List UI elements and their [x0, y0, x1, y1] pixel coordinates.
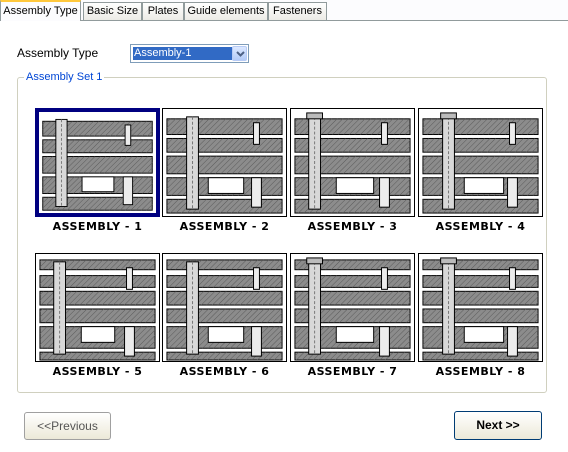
assembly-diagram-4 — [422, 112, 539, 214]
assembly-diagram-1 — [42, 118, 153, 211]
group-title: Assembly Set 1 — [24, 71, 105, 83]
tab-divider — [0, 20, 568, 21]
assembly-4-caption: ASSEMBLY - 4 — [435, 220, 526, 233]
assembly-2-tile[interactable] — [162, 108, 287, 217]
chevron-down-icon — [236, 51, 245, 57]
assembly-5-caption: ASSEMBLY - 5 — [52, 365, 143, 378]
tab-plates[interactable]: Plates — [142, 2, 184, 20]
assembly-8-caption: ASSEMBLY - 8 — [435, 365, 526, 378]
dropdown-arrow-button[interactable] — [232, 46, 247, 61]
assembly-diagram-5 — [39, 259, 156, 361]
assembly-3-tile[interactable] — [290, 108, 415, 217]
assembly-type-value: Assembly-1 — [133, 47, 232, 60]
tab-fasteners[interactable]: Fasteners — [268, 2, 327, 20]
tab-assembly-type[interactable]: Assembly Type — [0, 0, 81, 21]
assembly-3-caption: ASSEMBLY - 3 — [307, 220, 398, 233]
assembly-1-tile[interactable] — [35, 108, 160, 217]
assembly-diagram-2 — [166, 116, 283, 214]
assembly-type-dropdown[interactable]: Assembly-1 — [130, 44, 249, 63]
tab-guide-elements[interactable]: Guide elements — [184, 2, 268, 20]
assembly-4-tile[interactable] — [418, 108, 543, 217]
assembly-6-caption: ASSEMBLY - 6 — [179, 365, 270, 378]
assembly-8-tile[interactable] — [418, 253, 543, 362]
assembly-2-caption: ASSEMBLY - 2 — [179, 220, 270, 233]
tab-basic-size[interactable]: Basic Size — [83, 2, 142, 20]
assembly-type-label: Assembly Type — [17, 46, 99, 60]
assembly-5-tile[interactable] — [35, 253, 160, 362]
assembly-6-tile[interactable] — [162, 253, 287, 362]
assembly-7-tile[interactable] — [290, 253, 415, 362]
assembly-diagram-6 — [166, 259, 283, 361]
next-button[interactable]: Next >> — [454, 411, 542, 440]
assembly-diagram-3 — [294, 112, 411, 214]
assembly-diagram-8 — [422, 257, 539, 361]
assembly-7-caption: ASSEMBLY - 7 — [307, 365, 398, 378]
assembly-diagram-7 — [294, 257, 411, 361]
assembly-1-caption: ASSEMBLY - 1 — [52, 220, 143, 233]
previous-button[interactable]: <<Previous — [24, 412, 111, 440]
